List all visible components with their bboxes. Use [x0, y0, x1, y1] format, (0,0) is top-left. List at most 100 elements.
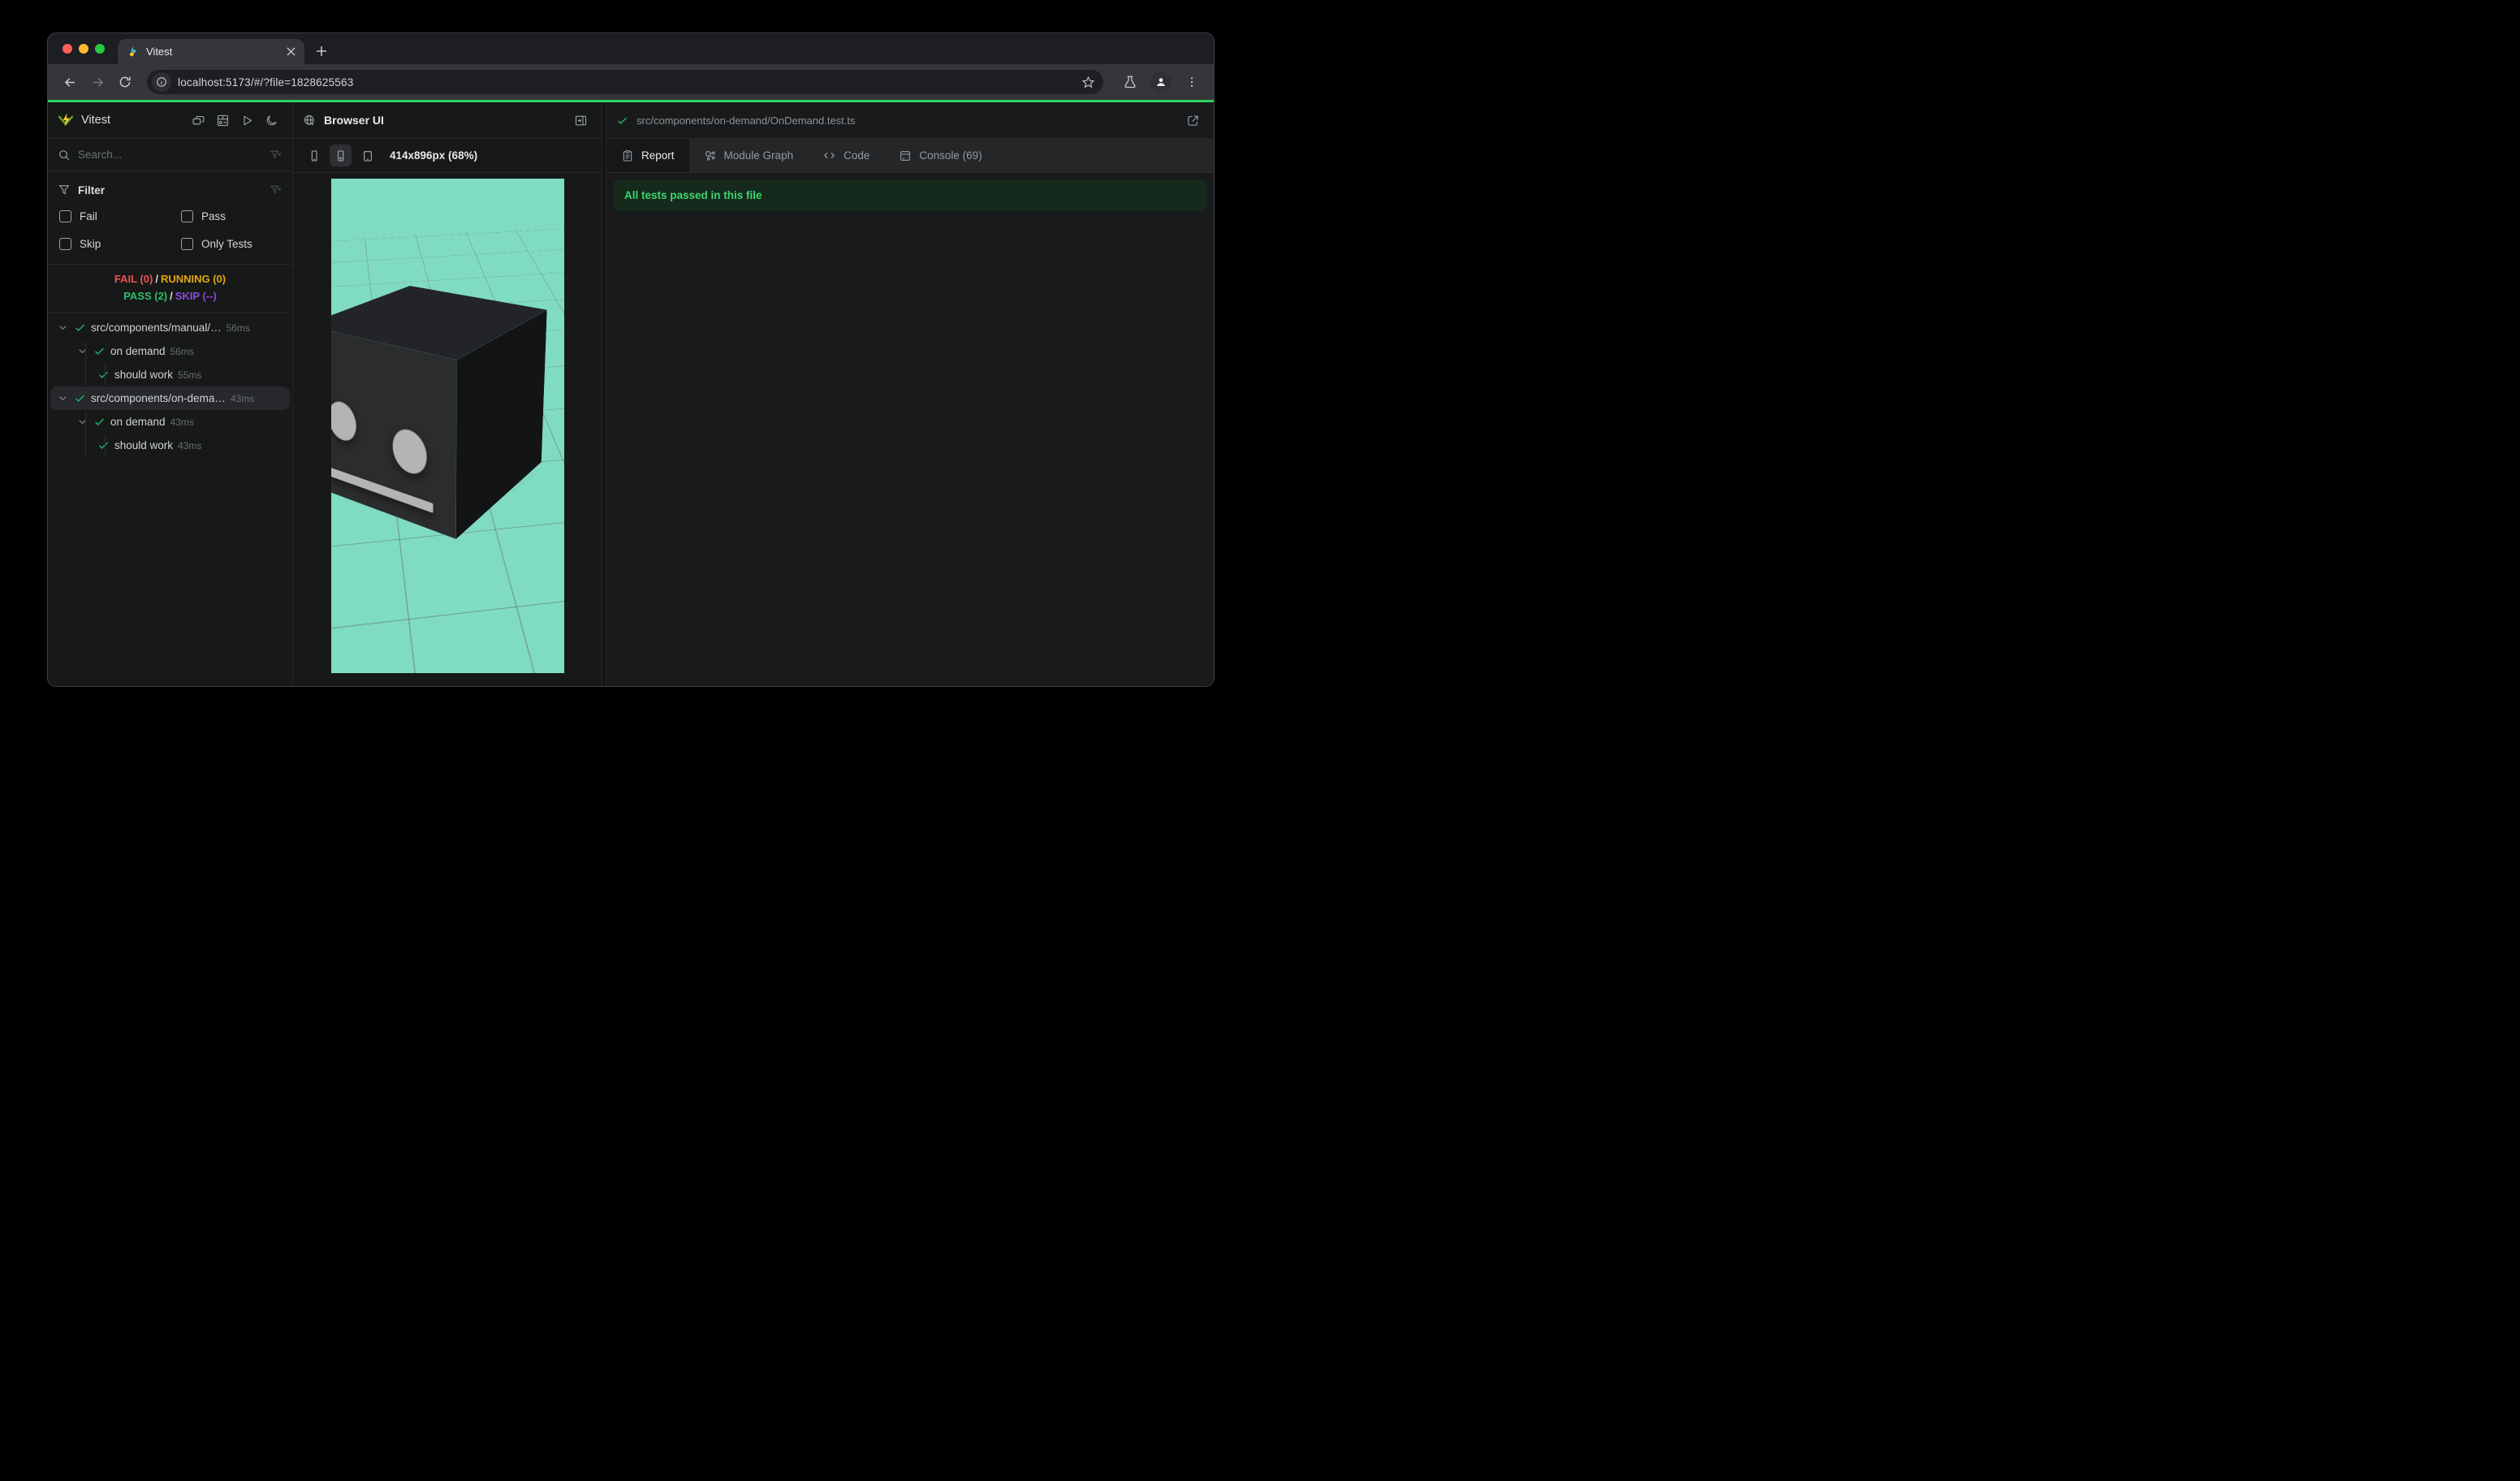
filter-title-row: Filter [58, 179, 283, 201]
tree-guide-line [85, 341, 86, 385]
sidebar-header: Vitest [48, 102, 292, 139]
test-case-row[interactable]: should work 43ms [50, 434, 290, 457]
filter-options: Fail Pass Skip Only Tests [58, 205, 283, 254]
test-file-path: src/components/on-demand/OnDemand.test.t… [636, 114, 856, 127]
vitest-favicon [127, 45, 140, 58]
dock-panel-icon[interactable] [569, 109, 592, 132]
minimize-window-button[interactable] [79, 44, 88, 54]
chevron-down-icon[interactable] [57, 322, 69, 334]
back-icon[interactable] [58, 70, 82, 94]
brand: Vitest [58, 112, 179, 128]
test-case-row[interactable]: should work 55ms [50, 363, 290, 386]
file-path-row: src/components/on-demand/OnDemand.test.t… [616, 114, 1174, 127]
run-all-play-icon[interactable] [235, 109, 258, 132]
test-file-row-selected[interactable]: src/components/on-dema… 43ms [50, 386, 290, 410]
site-info-icon[interactable] [152, 72, 171, 92]
report-body: All tests passed in this file [606, 173, 1214, 686]
device-tablet-icon[interactable] [356, 145, 378, 166]
search-bar [48, 139, 292, 171]
duration: 43ms [170, 416, 194, 428]
module-graph-icon [704, 149, 717, 162]
duration: 55ms [178, 369, 202, 381]
detach-windows-icon[interactable] [187, 109, 209, 132]
filter-option-skip[interactable]: Skip [58, 233, 179, 254]
filter-title: Filter [78, 184, 106, 196]
threejs-scene [331, 179, 564, 673]
chevron-down-icon[interactable] [57, 392, 69, 404]
menu-dots-icon[interactable] [1180, 70, 1204, 94]
bookmark-star-icon[interactable] [1081, 76, 1095, 89]
tab-report[interactable]: Report [606, 139, 689, 172]
browser-tabstrip: Vitest [48, 33, 1214, 64]
url-text[interactable]: localhost:5173/#/?file=1828625563 [178, 76, 1075, 89]
viewport-size-label: 414x896px (68%) [390, 149, 478, 162]
tree-guide-line [105, 365, 106, 385]
open-external-icon[interactable] [1181, 109, 1204, 132]
duration: 43ms [230, 392, 255, 404]
tab-title: Vitest [146, 45, 173, 58]
test-suite-row[interactable]: on demand 43ms [50, 410, 290, 434]
tab-code[interactable]: Code [808, 139, 884, 172]
skip-checkbox[interactable] [59, 237, 71, 250]
clear-filter-icon[interactable] [270, 149, 283, 162]
tester-stage [293, 173, 602, 686]
tab-close-icon[interactable] [283, 45, 298, 59]
dark-mode-moon-icon[interactable] [260, 109, 283, 132]
duration: 56ms [226, 322, 250, 334]
forward-icon[interactable] [85, 70, 110, 94]
report-panel: src/components/on-demand/OnDemand.test.t… [606, 102, 1214, 686]
test-file-row[interactable]: src/components/manual/… 56ms [50, 316, 290, 339]
tab-module-graph[interactable]: Module Graph [689, 139, 809, 172]
new-tab-button[interactable] [309, 39, 334, 63]
pass-check-icon [97, 369, 110, 381]
reload-icon[interactable] [113, 70, 137, 94]
traffic-lights [48, 33, 118, 64]
robot-right-eye [392, 425, 427, 479]
chevron-down-icon[interactable] [76, 345, 88, 357]
pass-check-icon [93, 345, 106, 357]
zoom-window-button[interactable] [95, 44, 105, 54]
test-viewport[interactable] [331, 179, 564, 673]
browser-toolbar: localhost:5173/#/?file=1828625563 [48, 64, 1214, 100]
url-bar[interactable]: localhost:5173/#/?file=1828625563 [147, 70, 1103, 94]
only-tests-checkbox[interactable] [181, 237, 193, 250]
chrome-actions [1113, 70, 1204, 94]
filter-option-only-tests[interactable]: Only Tests [179, 233, 283, 254]
filter-option-pass[interactable]: Pass [179, 205, 283, 227]
duration: 56ms [170, 345, 194, 357]
pass-checkbox[interactable] [181, 209, 193, 222]
report-header: src/components/on-demand/OnDemand.test.t… [606, 102, 1214, 139]
summary-line-2: PASS (2) / SKIP (--) [123, 290, 217, 302]
tab-console[interactable]: Console (69) [884, 139, 996, 172]
duration: 43ms [178, 439, 202, 451]
pass-check-icon [74, 322, 86, 334]
profile-avatar[interactable] [1150, 71, 1172, 93]
browser-tab[interactable]: Vitest [118, 39, 304, 64]
test-suite-row[interactable]: on demand 56ms [50, 339, 290, 363]
tree-guide-line [85, 412, 86, 456]
filter-option-fail[interactable]: Fail [58, 205, 179, 227]
pass-count: PASS (2) [123, 290, 168, 302]
funnel-icon [58, 184, 71, 196]
search-icon [58, 149, 71, 162]
device-phone-small-icon[interactable] [303, 145, 325, 166]
browser-ui-title-row: Browser UI [303, 114, 562, 127]
sidebar-header-actions [187, 109, 283, 132]
close-window-button[interactable] [63, 44, 72, 54]
running-count: RUNNING (0) [160, 273, 227, 285]
chevron-down-icon[interactable] [76, 416, 88, 428]
skip-count: SKIP (--) [175, 290, 217, 302]
vitest-ui: Vitest Search... Filter Fail Pass Skip O… [48, 102, 1214, 686]
experiments-flask-icon[interactable] [1118, 70, 1142, 94]
device-phone-plus-icon[interactable] [330, 145, 352, 166]
test-summary: FAIL (0) / RUNNING (0) PASS (2) / SKIP (--) [48, 265, 292, 313]
code-icon [822, 149, 836, 162]
browser-ui-header: Browser UI [293, 102, 602, 139]
pass-check-icon [616, 114, 628, 127]
clear-filter-icon[interactable] [270, 184, 283, 196]
fail-checkbox[interactable] [59, 209, 71, 222]
clipboard-icon [621, 149, 634, 162]
search-input[interactable] [78, 149, 262, 161]
dashboard-report-icon[interactable] [211, 109, 234, 132]
console-icon [899, 149, 912, 162]
